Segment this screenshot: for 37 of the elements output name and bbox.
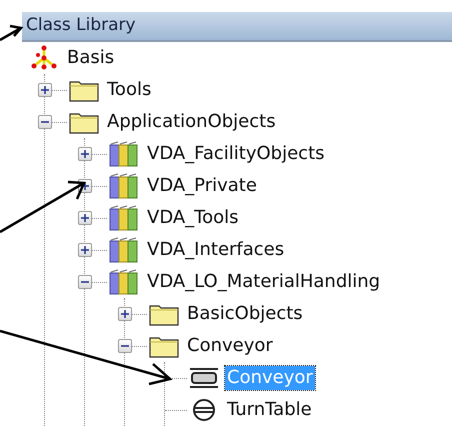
tree-item[interactable]: Conveyor [185,334,275,358]
tree-item[interactable]: VDA_Tools [145,206,241,230]
tree-item[interactable]: VDA_LO_MaterialHandling [145,270,382,294]
hierarchy-icon [29,45,59,71]
collapse-button[interactable] [78,275,92,289]
books-icon [109,269,139,295]
books-icon [109,141,139,167]
plus-icon [81,150,89,158]
tree-item[interactable]: TurnTable [225,398,314,422]
tree-item[interactable]: ApplicationObjects [105,110,278,134]
annotation-arrow [0,24,24,42]
expand-button[interactable] [78,211,92,225]
plus-icon [81,214,89,222]
tree-item[interactable]: VDA_FacilityObjects [145,142,327,166]
expand-button[interactable] [78,243,92,257]
panel-title: Class Library [26,14,136,38]
minus-icon [41,118,49,126]
conveyor-icon [189,367,219,389]
tree-item[interactable]: Tools [105,78,154,102]
expand-button[interactable] [118,307,132,321]
plus-icon [121,310,129,318]
expand-button[interactable] [38,83,52,97]
expand-button[interactable] [78,147,92,161]
plus-icon [81,246,89,254]
books-icon [109,205,139,231]
tree-item[interactable]: BasicObjects [185,302,305,326]
minus-icon [121,342,129,350]
tree-item[interactable]: Basis [65,46,116,70]
collapse-button[interactable] [118,339,132,353]
collapse-button[interactable] [38,115,52,129]
plus-icon [81,182,89,190]
tree-item[interactable]: VDA_Interfaces [145,238,286,262]
minus-icon [81,278,89,286]
tree-item[interactable]: VDA_Private [145,174,259,198]
books-icon [109,173,139,199]
books-icon [109,237,139,263]
plus-icon [41,86,49,94]
